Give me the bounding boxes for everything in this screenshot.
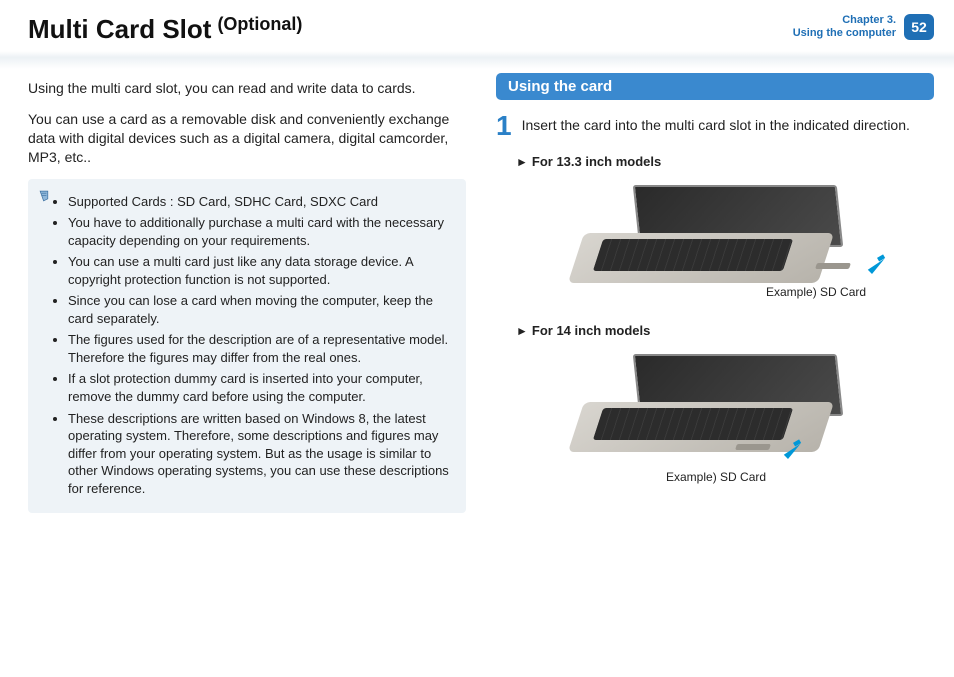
note-item: These descriptions are written based on … bbox=[68, 410, 452, 498]
chapter-line-2: Using the computer bbox=[793, 27, 896, 40]
page-subtitle: (Optional) bbox=[217, 14, 302, 35]
page-number-badge: 52 bbox=[904, 14, 934, 40]
page-header: Multi Card Slot (Optional) Chapter 3. Us… bbox=[0, 0, 954, 45]
section-heading: Using the card bbox=[496, 73, 934, 100]
laptop-keyboard bbox=[593, 408, 793, 440]
model-13-label: ► For 13.3 inch models bbox=[516, 154, 934, 169]
step-row: 1 Insert the card into the multi card sl… bbox=[496, 112, 934, 140]
note-item: The figures used for the description are… bbox=[68, 331, 452, 366]
sd-card-illustration bbox=[815, 263, 851, 269]
laptop-keyboard bbox=[593, 239, 793, 271]
figure-13-inch: Example) SD Card bbox=[536, 175, 896, 305]
figure-14-caption: Example) SD Card bbox=[666, 470, 766, 484]
header-right: Chapter 3. Using the computer 52 bbox=[793, 14, 934, 40]
insert-arrow-icon bbox=[774, 438, 802, 466]
note-item: Supported Cards : SD Card, SDHC Card, SD… bbox=[68, 193, 452, 211]
right-column: Using the card 1 Insert the card into th… bbox=[496, 73, 934, 513]
model-14-text: For 14 inch models bbox=[532, 323, 650, 338]
triangle-icon: ► bbox=[516, 155, 528, 169]
note-item: Since you can lose a card when moving th… bbox=[68, 292, 452, 327]
sd-card-illustration bbox=[735, 444, 771, 450]
note-box: Supported Cards : SD Card, SDHC Card, SD… bbox=[28, 179, 466, 514]
content-columns: Using the multi card slot, you can read … bbox=[0, 69, 954, 513]
step-text: Insert the card into the multi card slot… bbox=[522, 116, 910, 135]
intro-text: Using the multi card slot, you can read … bbox=[28, 79, 466, 167]
step-number: 1 bbox=[496, 112, 512, 140]
page-title: Multi Card Slot bbox=[28, 14, 211, 45]
model-14-label: ► For 14 inch models bbox=[516, 323, 934, 338]
laptop-illustration bbox=[576, 185, 826, 285]
figure-14-inch: Example) SD Card bbox=[536, 344, 896, 494]
insert-arrow-icon bbox=[858, 253, 886, 281]
figure-13-caption: Example) SD Card bbox=[766, 285, 866, 299]
intro-paragraph-1: Using the multi card slot, you can read … bbox=[28, 79, 466, 98]
left-column: Using the multi card slot, you can read … bbox=[28, 73, 466, 513]
note-item: You can use a multi card just like any d… bbox=[68, 253, 452, 288]
note-item: If a slot protection dummy card is inser… bbox=[68, 370, 452, 405]
triangle-icon: ► bbox=[516, 324, 528, 338]
header-shadow bbox=[0, 51, 954, 69]
note-list: Supported Cards : SD Card, SDHC Card, SD… bbox=[42, 193, 452, 498]
model-13-text: For 13.3 inch models bbox=[532, 154, 661, 169]
note-item: You have to additionally purchase a mult… bbox=[68, 214, 452, 249]
intro-paragraph-2: You can use a card as a removable disk a… bbox=[28, 110, 466, 167]
chapter-label: Chapter 3. Using the computer bbox=[793, 14, 896, 40]
note-icon bbox=[38, 189, 52, 203]
page: Multi Card Slot (Optional) Chapter 3. Us… bbox=[0, 0, 954, 677]
chapter-line-1: Chapter 3. bbox=[793, 14, 896, 27]
